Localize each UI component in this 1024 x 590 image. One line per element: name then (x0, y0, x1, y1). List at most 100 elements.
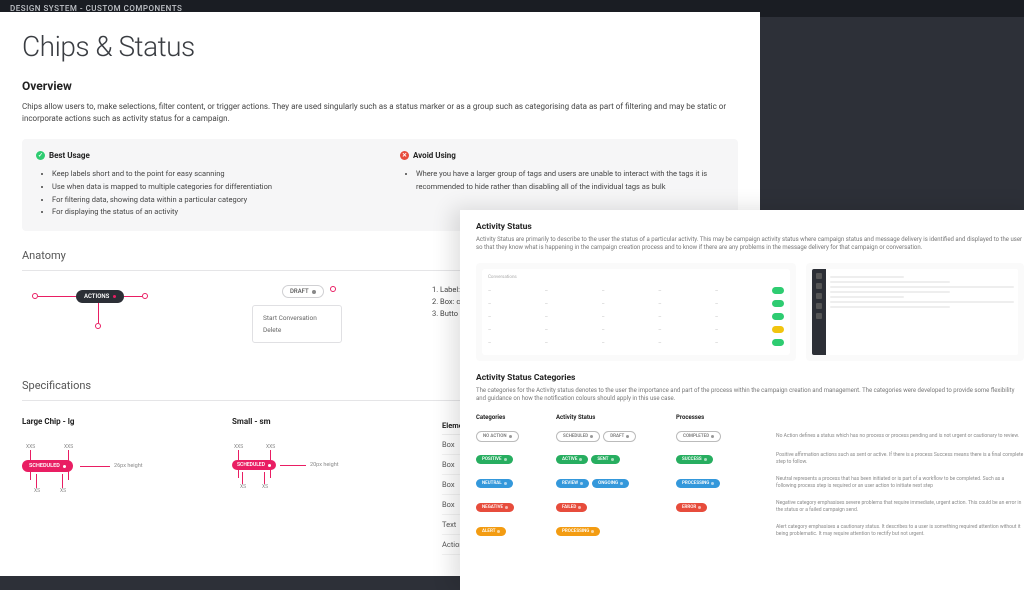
chip-action-dot (268, 464, 271, 467)
table-row: ALERT PROCESSING Alert category emphasis… (476, 519, 1024, 543)
pill-icon (772, 300, 785, 307)
chip-actions[interactable]: ACTIONS (76, 290, 124, 303)
overview-heading: Overview (22, 79, 738, 93)
table-header: Categories Activity Status Processes (476, 414, 1024, 426)
spec-dim: XS (60, 488, 66, 494)
category-pill[interactable]: NEUTRAL (476, 479, 513, 488)
activity-status-heading: Activity Status (476, 222, 1024, 232)
best-usage-col: ✓ Best Usage Keep labels short and to th… (36, 151, 360, 219)
chip-menu-dot (312, 290, 316, 294)
list-item: Keep labels short and to the point for e… (52, 168, 360, 181)
chip-action-dot (63, 465, 66, 468)
spec-dim: XS (34, 488, 40, 494)
avoid-usage-title: Avoid Using (413, 151, 456, 160)
table-row: ————— (488, 336, 784, 349)
spec-large-chip: Large Chip - lg XXS XXS SCHEDULED 26px h… (22, 417, 182, 555)
anatomy-label: 1. Label: (432, 285, 460, 294)
status-pill[interactable]: DRAFT (603, 431, 636, 442)
spec-chip-example[interactable]: SCHEDULED (232, 460, 276, 470)
pill-icon (772, 326, 785, 333)
callout-marker (142, 293, 148, 299)
avoid-usage-list: Where you have a larger group of tags an… (416, 168, 724, 194)
col-head: Processes (676, 414, 776, 421)
status-pill[interactable]: ACTIVE (556, 455, 588, 464)
categories-table: Categories Activity Status Processes NO … (476, 414, 1024, 543)
status-pill[interactable]: SENT (591, 455, 619, 464)
preview-row: Conversations ————— ————— ————— ————— ——… (476, 263, 1024, 361)
category-desc: Alert category emphasises a cautionary s… (776, 524, 1024, 538)
callout-marker (330, 286, 336, 292)
nav-icon (816, 293, 822, 299)
list-item: Use when data is mapped to multiple cate… (52, 181, 360, 194)
spec-guide (264, 472, 265, 484)
list-item: For filtering data, showing data within … (52, 194, 360, 207)
preview-app-mock (806, 263, 1024, 361)
status-pill[interactable]: SCHEDULED (556, 431, 600, 442)
col-head: Categories (476, 414, 556, 421)
spec-chip-example[interactable]: SCHEDULED (22, 460, 73, 472)
menu-item-delete[interactable]: Delete (263, 324, 331, 336)
activity-status-desc: Activity Status are primarily to describ… (476, 236, 1024, 253)
table-row: ————— (488, 297, 784, 310)
nav-icon (816, 303, 822, 309)
table-row: ————— (488, 284, 784, 297)
category-desc: Negative category emphasises severe prob… (776, 500, 1024, 514)
process-pill[interactable]: PROCESSING (676, 479, 720, 488)
table-row: ————— (488, 310, 784, 323)
category-pill[interactable]: POSITIVE (476, 455, 513, 464)
spec-height-note: 26px height (114, 463, 143, 469)
best-usage-list: Keep labels short and to the point for e… (52, 168, 360, 219)
chip-draft[interactable]: DRAFT (282, 285, 324, 298)
spec-guide (280, 465, 306, 466)
status-pill[interactable]: PROCESSING (556, 527, 600, 536)
page-title: Chips & Status (22, 30, 738, 63)
status-pill[interactable]: REVIEW (556, 479, 589, 488)
spec-diagram: XXS XXS SCHEDULED 26px height XS XS (22, 444, 182, 494)
best-usage-title: Best Usage (49, 151, 90, 160)
category-pill[interactable]: NEGATIVE (476, 503, 514, 512)
chip-label: ACTIONS (84, 293, 109, 300)
callout-line (38, 296, 76, 297)
spec-dim: XS (262, 484, 268, 490)
spec-guide (80, 466, 110, 467)
preview-conversations: Conversations ————— ————— ————— ————— ——… (476, 263, 796, 361)
check-icon: ✓ (36, 151, 45, 160)
spec-label: Small - sm (232, 417, 392, 426)
nav-icon (816, 313, 822, 319)
mock-line (830, 291, 949, 293)
process-pill[interactable]: ERROR (676, 503, 707, 512)
table-row: NO ACTION SCHEDULED DRAFT COMPLETED No A… (476, 426, 1024, 447)
callout-line (124, 296, 142, 297)
menu-item-start[interactable]: Start Conversation (263, 312, 331, 324)
pill-icon (772, 339, 785, 346)
status-pill[interactable]: FAILED (556, 503, 587, 512)
category-pill[interactable]: NO ACTION (476, 431, 519, 442)
mock-table-title: Conversations (488, 275, 784, 280)
category-desc: Positive affirmation actions such as sen… (776, 452, 1024, 466)
process-pill[interactable]: COMPLETED (676, 431, 721, 442)
spec-guide (62, 474, 63, 488)
mock-line (830, 306, 949, 308)
activity-status-panel: Activity Status Activity Status are prim… (460, 210, 1024, 590)
spec-guide (36, 474, 37, 488)
anatomy-label: 2. Box: c (432, 297, 460, 306)
category-pill[interactable]: ALERT (476, 527, 506, 536)
pill-icon (772, 313, 785, 320)
col-head: Activity Status (556, 414, 676, 421)
chip-label: SCHEDULED (237, 462, 265, 468)
status-pill[interactable]: ONGOING (592, 479, 629, 488)
process-pill[interactable]: SUCCESS (676, 455, 713, 464)
table-row: ————— (488, 323, 784, 336)
chip-label: SCHEDULED (29, 463, 60, 469)
categories-desc: The categories for the Activity status d… (476, 387, 1024, 404)
table-row: POSITIVE ACTIVE SENT SUCCESS Positive af… (476, 447, 1024, 471)
chip-label: DRAFT (290, 288, 309, 295)
nav-icon (816, 273, 822, 279)
spec-small-chip: Small - sm XXS XXS SCHEDULED 20px height… (232, 417, 392, 555)
mock-sidebar (812, 269, 826, 355)
mock-line (830, 301, 1014, 303)
overview-text: Chips allow users to, make selections, f… (22, 101, 738, 125)
category-desc: No Action defines a status which has no … (776, 433, 1024, 440)
spec-label: Large Chip - lg (22, 417, 182, 426)
spec-height-note: 20px height (310, 462, 339, 468)
